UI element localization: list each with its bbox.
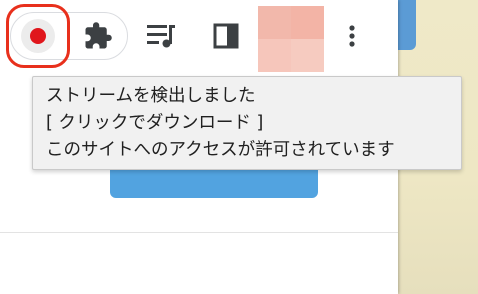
tooltip-line-site-access: このサイトへのアクセスが許可されています bbox=[46, 140, 395, 160]
avatar-tile bbox=[258, 39, 291, 72]
side-panel-icon bbox=[213, 23, 239, 49]
browser-toolbar bbox=[0, 0, 398, 72]
stream-record-button[interactable] bbox=[6, 4, 70, 68]
browser-menu-button[interactable] bbox=[330, 14, 374, 58]
side-panel-button[interactable] bbox=[204, 14, 248, 58]
tooltip-line-click-download: [ クリックでダウンロード ] bbox=[46, 113, 264, 133]
kebab-menu-icon bbox=[349, 25, 355, 47]
extensions-button[interactable] bbox=[76, 14, 120, 58]
reading-list-icon bbox=[147, 25, 175, 48]
avatar-tile bbox=[291, 6, 324, 39]
reading-list-button[interactable] bbox=[138, 14, 182, 58]
avatar-tile bbox=[291, 39, 324, 72]
extension-tooltip: ストリームを検出しました [ クリックでダウンロード ] このサイトへのアクセス… bbox=[32, 76, 462, 170]
desktop-window-edge bbox=[396, 0, 416, 50]
record-icon bbox=[30, 28, 46, 44]
avatar-tile bbox=[258, 6, 291, 39]
puzzle-icon bbox=[85, 22, 112, 49]
tooltip-line-stream-detected: ストリームを検出しました bbox=[46, 86, 256, 106]
record-icon-background bbox=[21, 19, 55, 53]
content-divider bbox=[0, 232, 398, 233]
profile-avatar[interactable] bbox=[258, 6, 324, 72]
